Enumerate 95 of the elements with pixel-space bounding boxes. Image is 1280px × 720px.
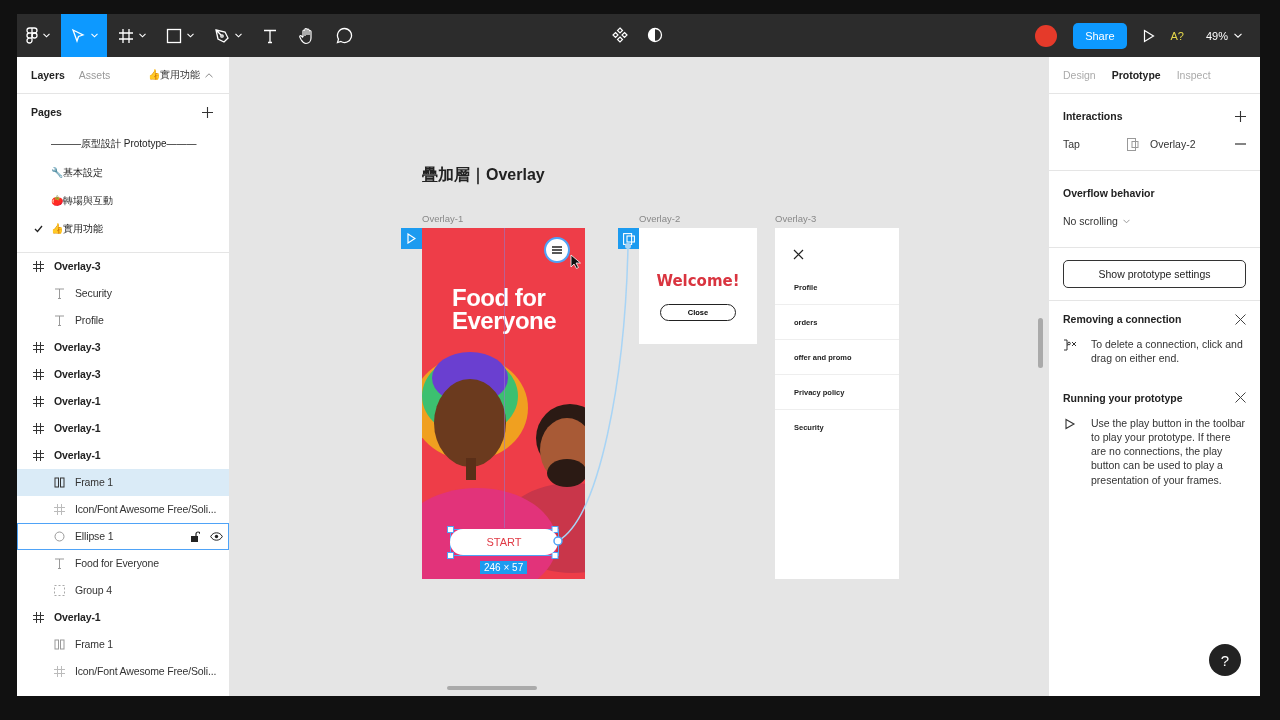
headline: Food for Everyone [452, 286, 558, 332]
text-icon [54, 314, 65, 326]
comment-icon [336, 27, 353, 44]
frame-icon [33, 395, 44, 407]
circle-icon [54, 530, 65, 542]
frame-icon [33, 611, 44, 623]
unlock-icon[interactable] [191, 530, 200, 542]
scrollbar[interactable] [1038, 318, 1043, 368]
frame-icon [33, 341, 44, 353]
caret-icon [235, 33, 242, 38]
start-button[interactable]: START [450, 529, 558, 555]
contrast-icon[interactable] [647, 27, 663, 43]
auto-layout-icon [54, 638, 65, 650]
overlay-icon [622, 232, 635, 245]
page-item[interactable]: 🍅轉場與互動 [17, 186, 229, 216]
section-title: Overflow behavior [1063, 187, 1155, 199]
layer-item[interactable]: Profile [17, 306, 229, 334]
interaction-trigger[interactable]: Tap [1063, 138, 1127, 150]
page-item[interactable]: ———原型設計 Prototype——— [17, 130, 229, 159]
layer-item[interactable]: Overlay-3 [17, 252, 229, 280]
start-frame-badge[interactable] [401, 228, 422, 249]
page-item[interactable]: 👍實用功能 [17, 215, 229, 244]
scrollbar[interactable] [447, 686, 537, 690]
layer-item[interactable]: Icon/Font Awesome Free/Soli... [17, 657, 229, 685]
section-title: Pages [31, 106, 62, 118]
text-icon [262, 27, 278, 44]
dialog-heading: Welcome! [656, 272, 740, 290]
panel-tab[interactable]: Prototype [1103, 69, 1169, 81]
font-warning-label[interactable]: A? [1170, 29, 1184, 42]
disconnect-icon [1063, 339, 1077, 351]
caret-icon [43, 33, 50, 38]
caret-icon [1234, 33, 1242, 38]
frame-icon [54, 665, 65, 677]
layer-item[interactable]: Overlay-1 [17, 603, 229, 631]
layer-item[interactable]: Overlay-1 [17, 441, 229, 469]
pointer-icon [70, 27, 86, 44]
cursor-icon [570, 254, 581, 269]
eye-icon[interactable] [210, 531, 223, 541]
auto-layout-icon [54, 476, 65, 488]
tip-title: Running your prototype [1063, 391, 1183, 404]
caret-icon [187, 33, 194, 38]
tip-text: Use the play button in the toolbar to play your prototype. If there are no connections, the play button can be used to play a presentation of your frames. [1091, 415, 1246, 488]
close-icon[interactable] [1235, 392, 1246, 404]
page-item[interactable]: 🔧基本設定 [17, 158, 229, 187]
menu-icon [552, 246, 562, 254]
layer-item[interactable]: Frame 1 [17, 630, 229, 658]
frame-icon [33, 449, 44, 461]
canvas-title: 疊加層｜Overlay [422, 165, 545, 186]
layer-item[interactable]: Security [17, 279, 229, 307]
avatar[interactable] [1035, 24, 1058, 47]
layer-item[interactable]: Ellipse 1 [17, 522, 229, 550]
frame-icon [54, 503, 65, 515]
rectangle-icon [166, 27, 182, 44]
add-icon[interactable] [1235, 110, 1246, 122]
layer-item[interactable]: Food for Everyone [17, 549, 229, 577]
prototype-settings-button[interactable]: Show prototype settings [1063, 260, 1246, 288]
overflow-dropdown[interactable]: No scrolling [1063, 207, 1130, 235]
play-icon[interactable] [1142, 28, 1155, 43]
zoom-dropdown[interactable]: 49% [1199, 28, 1248, 43]
panel-tab[interactable]: Layers [24, 69, 72, 81]
caret-icon [139, 33, 146, 38]
frame-icon [33, 368, 44, 380]
add-icon[interactable] [202, 106, 213, 118]
overlay-badge[interactable] [618, 228, 639, 249]
component-icon[interactable] [612, 27, 628, 43]
close-icon[interactable] [1235, 313, 1246, 325]
play-icon [407, 233, 416, 244]
layer-item[interactable]: Overlay-3 [17, 360, 229, 388]
tip-title: Removing a connection [1063, 313, 1182, 325]
frame-icon [33, 260, 44, 272]
text-icon [54, 557, 65, 569]
group-icon [54, 584, 65, 596]
layer-item[interactable]: Overlay-1 [17, 414, 229, 442]
layer-item[interactable]: Icon/Font Awesome Free/Soli... [17, 495, 229, 523]
help-button[interactable]: ? [1209, 644, 1241, 676]
overlay-icon [1127, 137, 1140, 151]
layer-item[interactable]: Overlay-3 [17, 333, 229, 361]
interaction-target[interactable]: Overlay-2 [1150, 138, 1235, 150]
section-title: Interactions [1063, 110, 1123, 122]
layer-item[interactable]: Frame 1 [17, 468, 229, 496]
logo-icon [26, 26, 38, 45]
frame-icon [118, 27, 134, 44]
size-badge: 246 × 57 [480, 561, 528, 574]
caret-icon [91, 33, 98, 38]
layer-item[interactable]: Overlay-1 [17, 387, 229, 415]
close-icon[interactable] [793, 249, 804, 260]
play-icon [1063, 417, 1077, 430]
layer-item[interactable]: Group 4 [17, 576, 229, 604]
page-dropdown[interactable]: 👍實用功能 [142, 67, 219, 83]
tip-text: To delete a connection, click and drag on either end. [1091, 337, 1244, 366]
frame-icon [33, 422, 44, 434]
caret-icon [1122, 218, 1130, 224]
pen-icon [214, 27, 230, 44]
caret-icon [205, 72, 213, 78]
text-icon [54, 287, 65, 299]
